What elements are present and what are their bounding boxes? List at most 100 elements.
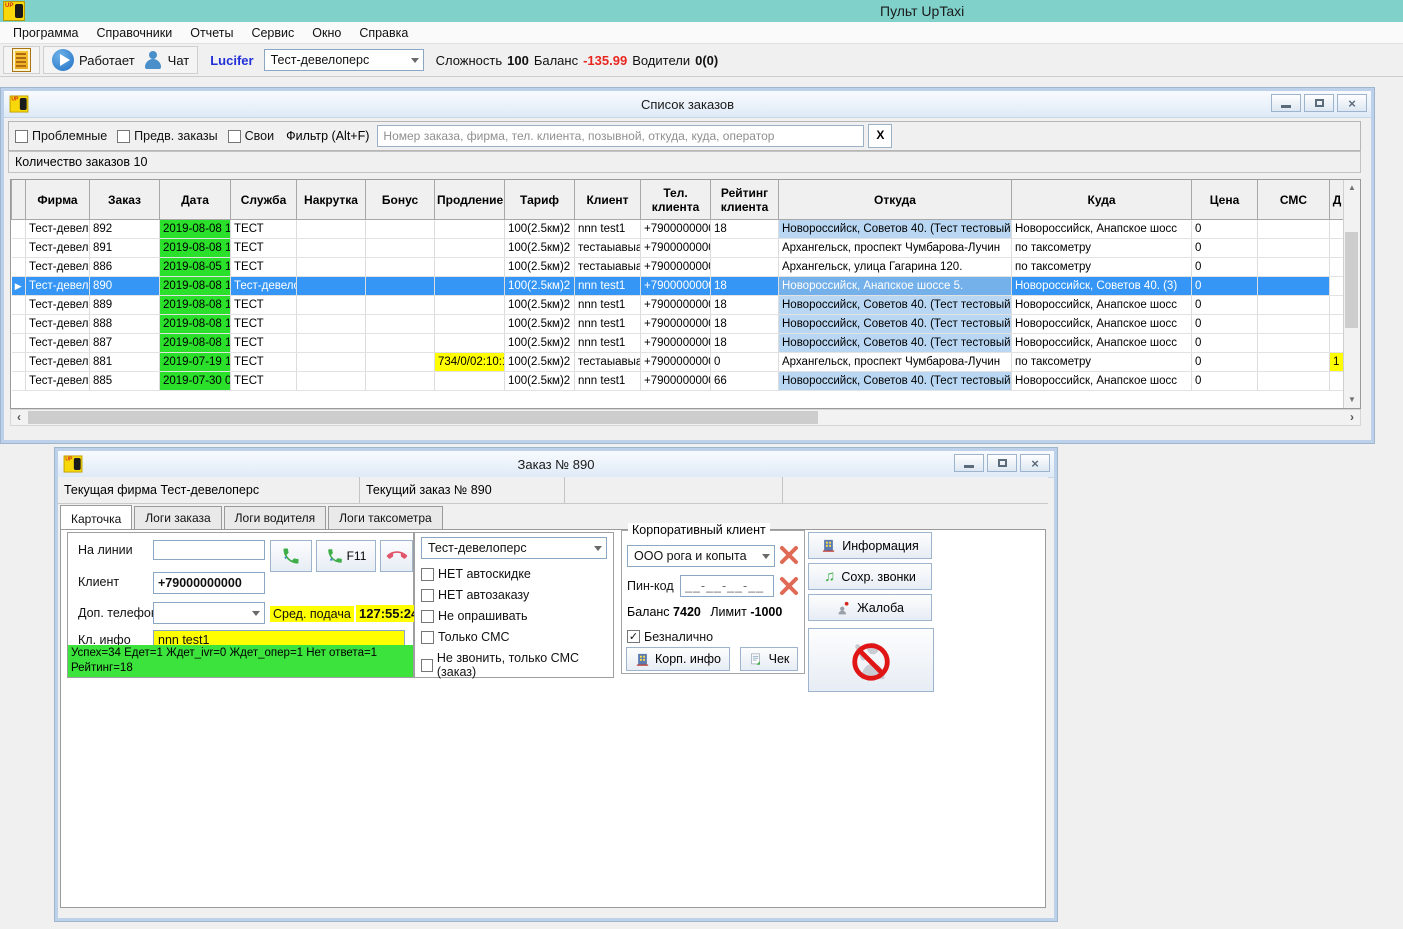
- order-window-titlebar[interactable]: Заказ № 890 ×: [58, 451, 1054, 478]
- column-header-8[interactable]: Клиент: [575, 180, 641, 220]
- chat-button[interactable]: Чат: [139, 49, 194, 71]
- order-checkbox[interactable]: НЕТ автозаказу: [421, 588, 603, 602]
- building-icon: [821, 538, 836, 553]
- corp-info-button[interactable]: Корп. инфо: [626, 647, 730, 671]
- cashless-checkbox[interactable]: ✓Безналично: [627, 630, 713, 644]
- cell-date: 2019-08-08 1: [160, 220, 231, 239]
- column-header-3[interactable]: Служба: [231, 180, 297, 220]
- menu-item-0[interactable]: Программа: [4, 24, 88, 42]
- complaint-button[interactable]: Жалоба: [808, 594, 932, 621]
- cell-price: 0: [1192, 334, 1258, 353]
- column-header-4[interactable]: Накрутка: [297, 180, 366, 220]
- tab-3[interactable]: Логи таксометра: [328, 506, 443, 530]
- close-button[interactable]: ×: [1020, 454, 1050, 472]
- column-header-0[interactable]: Фирма: [26, 180, 90, 220]
- column-header-7[interactable]: Тариф: [505, 180, 575, 220]
- cell-date: 2019-07-30 0: [160, 372, 231, 391]
- column-header-10[interactable]: Рейтинг клиента: [711, 180, 779, 220]
- hangup-button[interactable]: [380, 540, 413, 572]
- column-header-12[interactable]: Куда: [1012, 180, 1192, 220]
- refuse-client-button[interactable]: [808, 628, 934, 692]
- information-button[interactable]: Информация: [808, 532, 932, 559]
- menu-item-3[interactable]: Сервис: [242, 24, 303, 42]
- document-icon: [12, 48, 31, 72]
- menu-item-2[interactable]: Отчеты: [181, 24, 242, 42]
- client-phone-input[interactable]: [153, 572, 265, 594]
- tab-1[interactable]: Логи заказа: [134, 506, 221, 530]
- column-header-1[interactable]: Заказ: [90, 180, 160, 220]
- minimize-button[interactable]: [1271, 94, 1301, 112]
- clear-filter-button[interactable]: X: [868, 124, 892, 148]
- order-row-892[interactable]: Тест-девело8922019-08-08 1ТЕСТ100(2.5км)…: [12, 220, 1345, 239]
- menu-item-1[interactable]: Справочники: [88, 24, 182, 42]
- cell-prolong: 734/0/02:10:1: [435, 353, 505, 372]
- column-header-9[interactable]: Тел. клиента: [641, 180, 711, 220]
- cell-bonus: [366, 239, 435, 258]
- restore-button[interactable]: [1304, 94, 1334, 112]
- horizontal-scrollbar[interactable]: ‹ ›: [10, 409, 1361, 426]
- column-header-6[interactable]: Продление: [435, 180, 505, 220]
- cell-rating: 18: [711, 277, 779, 296]
- column-header-11[interactable]: Откуда: [779, 180, 1012, 220]
- order-row-888[interactable]: Тест-девело8882019-08-08 1ТЕСТ100(2.5км)…: [12, 315, 1345, 334]
- order-row-891[interactable]: Тест-девело8912019-08-08 1ТЕСТ100(2.5км)…: [12, 239, 1345, 258]
- column-header-13[interactable]: Цена: [1192, 180, 1258, 220]
- orders-log-button[interactable]: [8, 47, 35, 73]
- close-button[interactable]: ×: [1337, 94, 1367, 112]
- minimize-button[interactable]: [954, 454, 984, 472]
- firm-combobox[interactable]: Тест-девелоперс: [264, 49, 424, 71]
- scroll-down-icon[interactable]: ▼: [1344, 392, 1360, 408]
- cell-phone: +7900000000: [641, 315, 711, 334]
- cell-bonus: [366, 372, 435, 391]
- column-header-5[interactable]: Бонус: [366, 180, 435, 220]
- receipt-button[interactable]: Чек: [740, 647, 798, 671]
- extra-phone-combobox[interactable]: [153, 602, 265, 624]
- order-row-885[interactable]: Тест-девело8852019-07-30 0ТЕСТ100(2.5км)…: [12, 372, 1345, 391]
- order-checkbox[interactable]: НЕТ автоскидке: [421, 567, 603, 581]
- vertical-scrollbar[interactable]: ▲ ▼: [1343, 180, 1360, 408]
- order-firm-combobox[interactable]: Тест-девелоперс: [421, 537, 607, 559]
- horizontal-scroll-thumb[interactable]: [28, 411, 818, 424]
- order-row-887[interactable]: Тест-девело8872019-08-08 1ТЕСТ100(2.5км)…: [12, 334, 1345, 353]
- orders-window-titlebar[interactable]: Список заказов ×: [4, 91, 1371, 118]
- scroll-up-icon[interactable]: ▲: [1344, 180, 1360, 196]
- menu-item-4[interactable]: Окно: [303, 24, 350, 42]
- cell-price: 0: [1192, 353, 1258, 372]
- search-input[interactable]: [377, 125, 864, 147]
- pin-input[interactable]: [680, 575, 774, 597]
- cell-to: по таксометру: [1012, 239, 1192, 258]
- filter-checkbox[interactable]: Проблемные: [15, 129, 107, 143]
- tab-0[interactable]: Карточка: [60, 505, 132, 531]
- order-checkbox[interactable]: Не звонить, только СМС (заказ): [421, 651, 603, 679]
- cell-rating: [711, 239, 779, 258]
- online-input[interactable]: [153, 540, 265, 560]
- clear-pin-button[interactable]: [778, 575, 800, 597]
- call-button[interactable]: [270, 540, 312, 572]
- saved-calls-button[interactable]: ♫ Сохр. звонки: [808, 563, 932, 590]
- scroll-right-icon[interactable]: ›: [1344, 410, 1360, 425]
- menu-item-5[interactable]: Справка: [350, 24, 417, 42]
- order-row-886[interactable]: Тест-девело8862019-08-05 1ТЕСТ100(2.5км)…: [12, 258, 1345, 277]
- balance-value: -135.99: [583, 53, 627, 68]
- order-row-890[interactable]: ▶Тест-девело8902019-08-08 1Тест-девело10…: [12, 277, 1345, 296]
- checkbox-box: [15, 130, 28, 143]
- clear-company-button[interactable]: [778, 544, 800, 566]
- order-row-889[interactable]: Тест-девело8892019-08-08 1ТЕСТ100(2.5км)…: [12, 296, 1345, 315]
- order-row-881[interactable]: Тест-девело8812019-07-19 1ТЕСТ734/0/02:1…: [12, 353, 1345, 372]
- cell-to: Новороссийск, Анапское шосс: [1012, 220, 1192, 239]
- company-combobox[interactable]: ООО рога и копыта: [627, 545, 775, 567]
- filter-checkbox[interactable]: Предв. заказы: [117, 129, 217, 143]
- scroll-left-icon[interactable]: ‹: [11, 410, 27, 425]
- vertical-scroll-thumb[interactable]: [1345, 232, 1358, 328]
- order-checkbox[interactable]: Не опрашивать: [421, 609, 603, 623]
- filter-checkbox[interactable]: Свои: [228, 129, 274, 143]
- restore-button[interactable]: [987, 454, 1017, 472]
- status-running-button[interactable]: Работает: [48, 48, 139, 72]
- tab-2[interactable]: Логи водителя: [224, 506, 326, 530]
- cell-markup: [297, 220, 366, 239]
- order-checkbox[interactable]: Только СМС: [421, 630, 603, 644]
- cell-from: Новороссийск, Советов 40. (Тест тестовый: [779, 296, 1012, 315]
- column-header-2[interactable]: Дата: [160, 180, 231, 220]
- call-f11-button[interactable]: F11: [316, 540, 376, 572]
- column-header-14[interactable]: СМС: [1258, 180, 1330, 220]
